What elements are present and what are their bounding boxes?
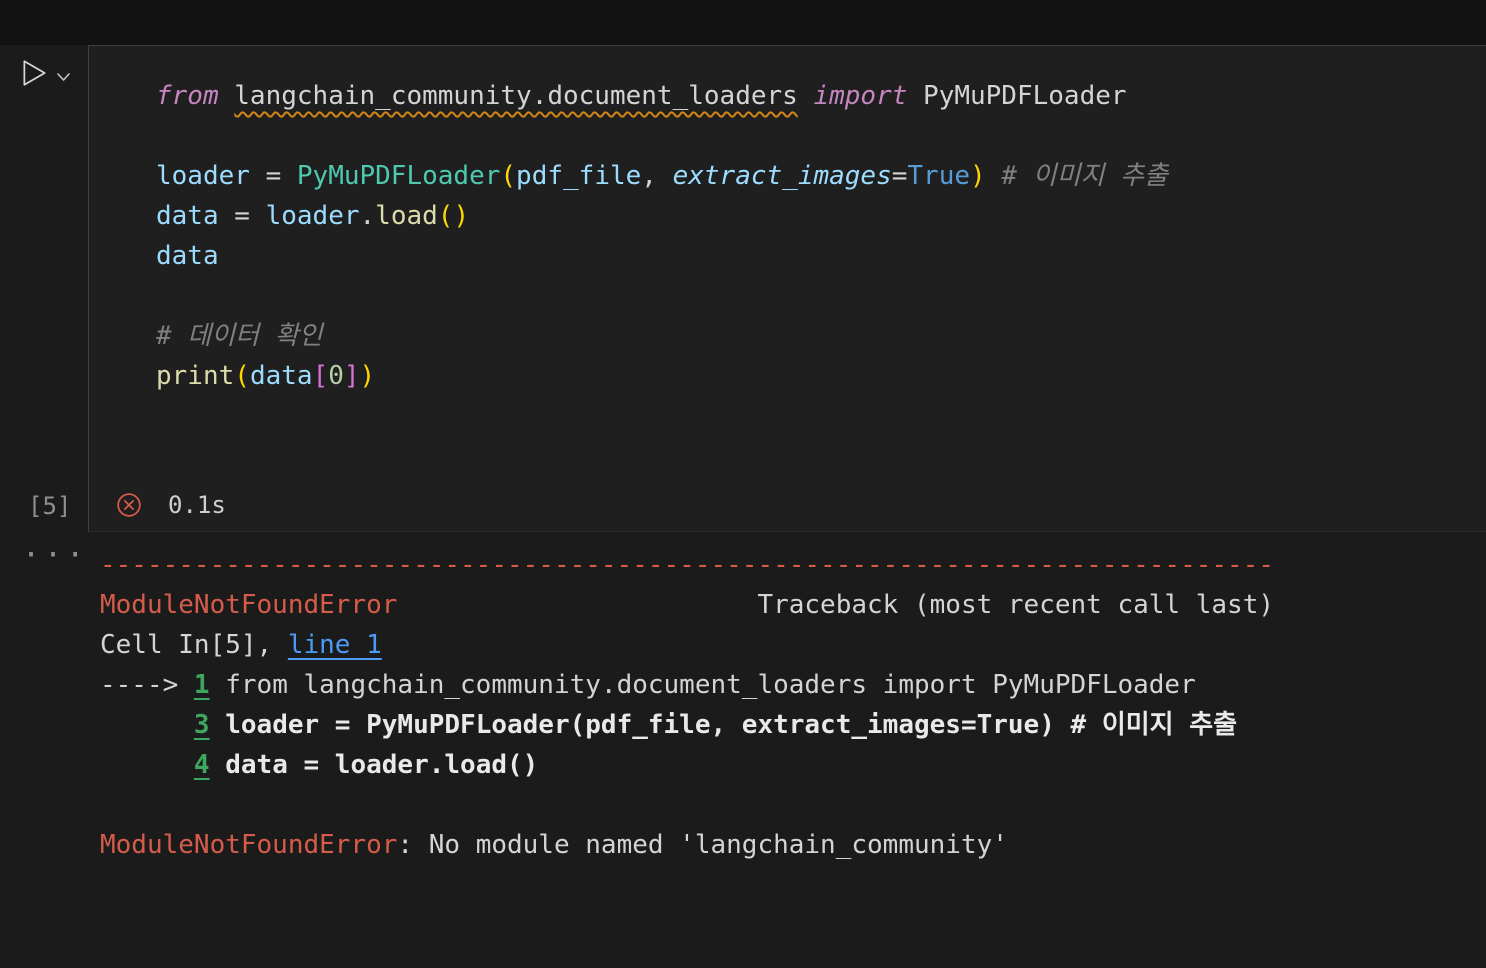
token-err: ModuleNotFoundError xyxy=(100,830,398,860)
output-line-traceback-header: ModuleNotFoundError Traceback (most rece… xyxy=(100,585,1486,625)
token-param: extract_images xyxy=(672,161,892,191)
token-var: loader xyxy=(265,201,360,231)
code-line[interactable]: print(data[0]) xyxy=(156,356,1486,396)
token-var: data xyxy=(156,241,219,271)
token-b1: ( xyxy=(500,161,517,191)
execution-count: [5] xyxy=(28,492,72,520)
token-b1: ( xyxy=(437,201,454,231)
execution-status-row: 0.1s xyxy=(116,491,226,519)
token-bold: data = loader.load() xyxy=(225,750,539,780)
error-status-icon xyxy=(117,493,141,517)
token-ln[interactable]: 4 xyxy=(194,750,210,780)
token-b2: ] xyxy=(343,361,360,391)
token-num: 0 xyxy=(328,361,344,391)
execution-duration: 0.1s xyxy=(168,491,226,519)
token-fn: print xyxy=(156,361,235,391)
code-line[interactable] xyxy=(156,276,1486,316)
token-var: pdf_file xyxy=(516,161,642,191)
token-fn: load xyxy=(375,201,438,231)
token-pl: : No module named 'langchain_community' xyxy=(397,830,1008,860)
token-cmt: # 데이터 확인 xyxy=(156,321,323,351)
output-line-code-context: 4 data = loader.load() xyxy=(100,745,1486,785)
run-cell-button[interactable] xyxy=(20,58,48,88)
run-options-button[interactable] xyxy=(56,72,71,83)
code-line[interactable]: data xyxy=(156,236,1486,276)
token-pl: . xyxy=(359,201,376,231)
output-line-error-message: ModuleNotFoundError: No module named 'la… xyxy=(100,825,1486,865)
token-var: data xyxy=(249,361,313,391)
token-bool: True xyxy=(907,161,971,191)
code-line[interactable] xyxy=(156,116,1486,156)
output-line-blank xyxy=(100,785,1486,825)
token-pl: Traceback (most recent call last) xyxy=(397,590,1275,620)
token-pl: PyMuPDFLoader xyxy=(907,81,1127,111)
token-err: ModuleNotFoundError xyxy=(100,590,398,620)
run-cell-controls xyxy=(20,58,71,88)
token-pl: Cell In[5], xyxy=(100,630,288,660)
token-pl: = xyxy=(249,161,297,191)
token-pl: ----> xyxy=(100,670,194,700)
token-var: loader xyxy=(156,161,250,191)
token-var: data xyxy=(156,201,219,231)
output-line-separator: ----------------------------------------… xyxy=(100,545,1486,585)
output-line-code-context: ----> 1 from langchain_community.documen… xyxy=(100,665,1486,705)
cell-top-gap xyxy=(0,0,1486,45)
token-b1: ( xyxy=(234,361,250,391)
code-line[interactable]: loader = PyMuPDFLoader(pdf_file, extract… xyxy=(156,156,1486,196)
cell-output-area: ----------------------------------------… xyxy=(0,545,1486,865)
chevron-down-icon xyxy=(57,72,70,81)
output-line-code-context: 3 loader = PyMuPDFLoader(pdf_file, extra… xyxy=(100,705,1486,745)
cell-code-editor[interactable]: from langchain_community.document_loader… xyxy=(89,46,1486,396)
token-pl: , xyxy=(641,161,673,191)
token-bold: loader = PyMuPDFLoader(pdf_file, extract… xyxy=(225,710,1238,740)
token-ln[interactable]: 1 xyxy=(194,670,210,700)
token-pl: = xyxy=(891,161,908,191)
token-err: ----------------------------------------… xyxy=(100,550,1274,580)
token-pl: = xyxy=(218,201,266,231)
token-link[interactable]: line 1 xyxy=(288,630,382,660)
token-ln[interactable]: 3 xyxy=(194,710,210,740)
token-b1: ) xyxy=(970,161,986,191)
token-kw: from xyxy=(156,81,219,111)
token-b1: ) xyxy=(453,201,470,231)
token-kw: import xyxy=(813,81,908,111)
token-cls: PyMuPDFLoader xyxy=(296,161,501,191)
token-b1: ) xyxy=(359,361,376,391)
token-cmt: # 이미지 추출 xyxy=(1001,161,1168,191)
token-b2: [ xyxy=(312,361,329,391)
output-line-cell-location: Cell In[5], line 1 xyxy=(100,625,1486,665)
code-line[interactable]: # 데이터 확인 xyxy=(156,316,1486,356)
cell-editor-frame: from langchain_community.document_loader… xyxy=(88,45,1486,532)
code-line[interactable]: from langchain_community.document_loader… xyxy=(156,76,1486,116)
token-warn: langchain_community.document_loaders xyxy=(234,81,798,111)
code-line[interactable]: data = loader.load() xyxy=(156,196,1486,236)
token-pl: from langchain_community.document_loader… xyxy=(209,670,1196,700)
play-icon xyxy=(23,60,46,86)
